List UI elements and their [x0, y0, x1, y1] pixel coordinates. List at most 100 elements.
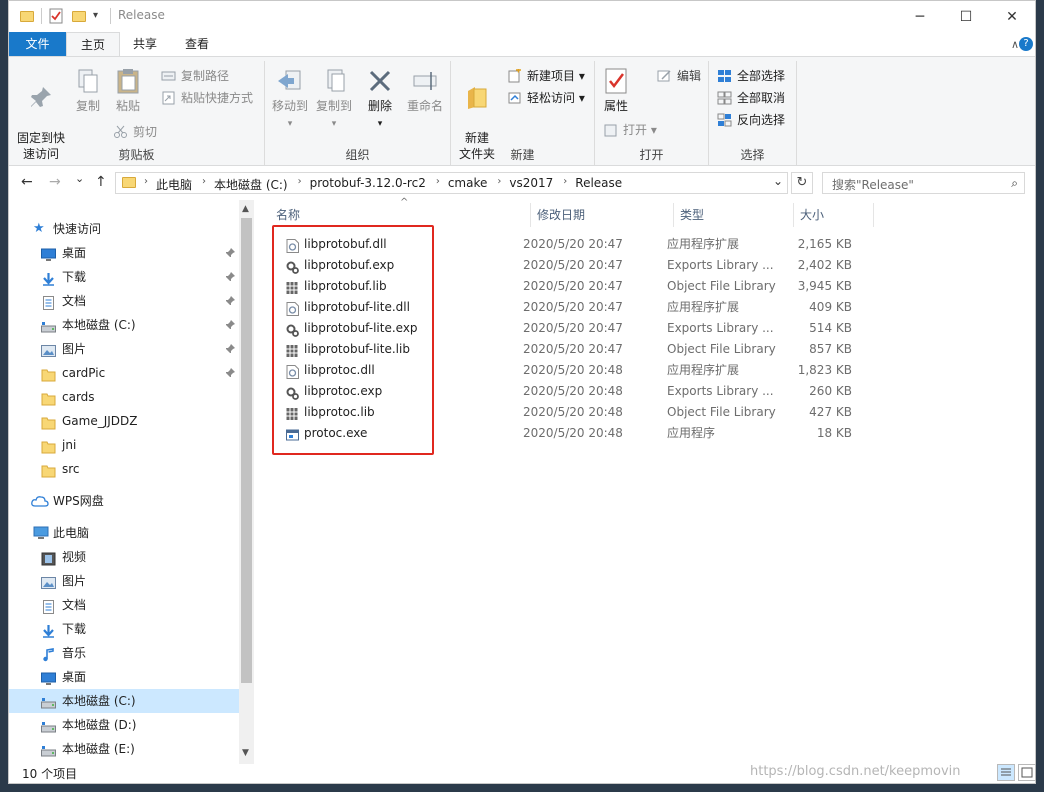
- chevron-right-icon[interactable]: ›: [144, 176, 148, 187]
- sidebar-item-wps[interactable]: WPS网盘: [9, 489, 239, 513]
- column-header-date[interactable]: 修改日期: [531, 203, 674, 227]
- copy-to-icon: [320, 67, 348, 95]
- sidebar-item[interactable]: 桌面: [9, 241, 239, 265]
- properties-check-icon[interactable]: [49, 8, 65, 24]
- properties-button[interactable]: 属性: [599, 67, 633, 114]
- scrollbar-thumb[interactable]: [241, 218, 252, 683]
- tab-home[interactable]: 主页: [66, 32, 121, 56]
- pictures-icon: [41, 574, 56, 589]
- sidebar-item[interactable]: 桌面: [9, 665, 239, 689]
- pin-icon[interactable]: [225, 313, 235, 340]
- sidebar-item[interactable]: 下载: [9, 617, 239, 641]
- sidebar-item[interactable]: 本地磁盘 (C:): [9, 689, 239, 713]
- file-date: 2020/5/20 20:48: [523, 426, 623, 440]
- chevron-right-icon[interactable]: ›: [436, 176, 440, 187]
- sidebar-item[interactable]: 本地磁盘 (E:): [9, 737, 239, 761]
- copy-to-label: 复制到: [315, 99, 352, 113]
- easy-access-button[interactable]: 轻松访问 ▾: [507, 89, 585, 107]
- select-all-button[interactable]: 全部选择: [717, 67, 785, 85]
- collapse-ribbon-icon[interactable]: ∧: [1011, 38, 1019, 51]
- sidebar-item[interactable]: cards: [9, 385, 239, 409]
- sidebar-item[interactable]: cardPic: [9, 361, 239, 385]
- column-header-type[interactable]: 类型: [674, 203, 794, 227]
- pin-icon[interactable]: [225, 265, 235, 292]
- rename-label: 重命名: [406, 99, 443, 113]
- sidebar-item[interactable]: 图片: [9, 569, 239, 593]
- maximize-button[interactable]: ☐: [943, 1, 989, 32]
- folder-icon[interactable]: [19, 8, 35, 24]
- rename-button[interactable]: 重命名: [403, 67, 447, 114]
- sidebar-item[interactable]: 下载: [9, 265, 239, 289]
- sidebar-item[interactable]: 本地磁盘 (D:): [9, 713, 239, 737]
- help-icon[interactable]: ?: [1019, 37, 1033, 51]
- breadcrumb-item[interactable]: 此电脑: [156, 176, 192, 193]
- large-icons-view-button[interactable]: [1018, 764, 1036, 781]
- sidebar-item-label: cards: [62, 390, 95, 404]
- move-to-button[interactable]: 移动到 ▾: [269, 67, 311, 132]
- sidebar-item[interactable]: 音乐: [9, 641, 239, 665]
- pin-icon[interactable]: [225, 361, 235, 388]
- sidebar-item[interactable]: src: [9, 457, 239, 481]
- breadcrumb-item[interactable]: vs2017: [509, 176, 553, 190]
- folder-icon: [41, 390, 56, 406]
- sidebar-scrollbar[interactable]: ▲ ▼: [239, 200, 254, 764]
- pin-icon[interactable]: [225, 337, 235, 364]
- cloud-icon: [31, 496, 49, 507]
- cut-button[interactable]: 剪切: [113, 123, 157, 141]
- chevron-right-icon[interactable]: ›: [563, 176, 567, 187]
- sidebar-item[interactable]: 图片: [9, 337, 239, 361]
- search-input[interactable]: 搜索"Release" ⌕: [822, 172, 1025, 194]
- scroll-down-icon[interactable]: ▼: [242, 748, 249, 758]
- address-dropdown-icon[interactable]: ⌄: [773, 174, 783, 188]
- tab-view[interactable]: 查看: [171, 32, 223, 56]
- sidebar-item[interactable]: jni: [9, 433, 239, 457]
- chevron-right-icon[interactable]: ›: [298, 176, 302, 187]
- sidebar-item[interactable]: 文档: [9, 289, 239, 313]
- paste-button[interactable]: 粘贴: [111, 67, 145, 114]
- tab-file[interactable]: 文件: [9, 32, 66, 56]
- new-folder-icon[interactable]: [71, 8, 87, 24]
- sidebar-item-this-pc[interactable]: 此电脑: [9, 521, 239, 545]
- breadcrumb-item[interactable]: Release: [575, 176, 622, 190]
- back-button[interactable]: ←: [21, 174, 33, 190]
- copy-path-button[interactable]: 复制路径: [161, 67, 229, 85]
- address-bar[interactable]: › 此电脑 › 本地磁盘 (C:) › protobuf-3.12.0-rc2 › cmake…: [115, 172, 788, 194]
- sidebar-item[interactable]: 视频: [9, 545, 239, 569]
- copy-button[interactable]: 复制: [71, 67, 105, 114]
- sidebar-item-quick-access[interactable]: ★ 快速访问: [9, 217, 239, 241]
- recent-locations-dropdown[interactable]: ⌄: [75, 172, 84, 185]
- column-header-size[interactable]: 大小: [794, 203, 874, 227]
- breadcrumb-item[interactable]: cmake: [448, 176, 488, 190]
- breadcrumb-item[interactable]: protobuf-3.12.0-rc2: [310, 176, 426, 190]
- chevron-right-icon[interactable]: ›: [202, 176, 206, 187]
- edit-button[interactable]: 编辑: [657, 67, 701, 85]
- sidebar-item[interactable]: 本地磁盘 (C:): [9, 313, 239, 337]
- breadcrumb-item[interactable]: 本地磁盘 (C:): [214, 176, 288, 193]
- tab-share[interactable]: 共享: [119, 32, 171, 56]
- qat-dropdown-icon[interactable]: ▾: [93, 10, 105, 26]
- new-item-button[interactable]: 新建项目 ▾: [507, 67, 585, 85]
- sidebar-item[interactable]: Game_JJDDZ: [9, 409, 239, 433]
- forward-button[interactable]: →: [49, 174, 61, 190]
- up-button[interactable]: ↑: [95, 174, 107, 190]
- delete-button[interactable]: 删除 ▾: [365, 67, 395, 132]
- column-header-name[interactable]: 名称: [270, 203, 531, 227]
- pin-icon[interactable]: [225, 241, 235, 268]
- folder-icon: [41, 438, 56, 454]
- paste-shortcut-button[interactable]: 粘贴快捷方式: [161, 89, 253, 107]
- file-date: 2020/5/20 20:47: [523, 237, 623, 251]
- scroll-up-icon[interactable]: ▲: [242, 204, 249, 214]
- pin-icon[interactable]: [225, 289, 235, 316]
- open-button[interactable]: 打开 ▾: [603, 121, 657, 139]
- invert-selection-button[interactable]: 反向选择: [717, 111, 785, 129]
- sidebar-item[interactable]: 文档: [9, 593, 239, 617]
- close-button[interactable]: ✕: [989, 1, 1035, 32]
- details-view-button[interactable]: [997, 764, 1015, 781]
- pictures-icon: [41, 342, 56, 357]
- sidebar-item-label: 快速访问: [53, 222, 102, 236]
- select-none-button[interactable]: 全部取消: [717, 89, 785, 107]
- refresh-button[interactable]: ↻: [791, 172, 813, 194]
- chevron-right-icon[interactable]: ›: [497, 176, 501, 187]
- minimize-button[interactable]: ─: [897, 1, 943, 32]
- copy-to-button[interactable]: 复制到 ▾: [313, 67, 355, 132]
